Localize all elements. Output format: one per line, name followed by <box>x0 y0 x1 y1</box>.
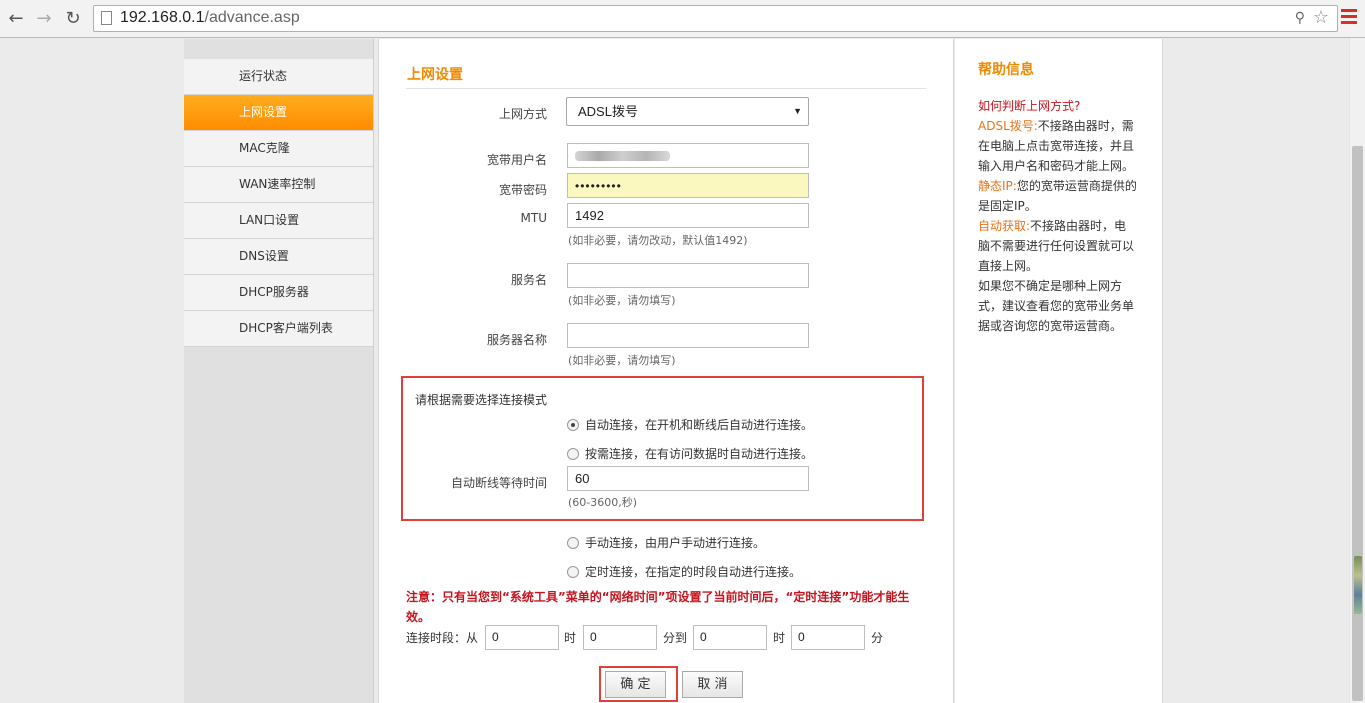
url-text[interactable]: 192.168.0.1/advance.asp <box>120 9 300 27</box>
password-value: ••••••••• <box>575 179 622 193</box>
url-path: /advance.asp <box>204 9 300 26</box>
sidebar-item-wan-rate[interactable]: WAN速率控制 <box>184 167 373 203</box>
radio-auto[interactable] <box>567 418 579 431</box>
mode-manual-option[interactable]: 手动连接，由用户手动进行连接。 <box>567 534 765 551</box>
end-hour-unit: 时 <box>773 631 786 645</box>
sidebar-item-mac-clone[interactable]: MAC克隆 <box>184 131 373 167</box>
start-hour-input[interactable]: 0 <box>485 625 559 650</box>
password-label: 宽带密码 <box>498 183 547 197</box>
dropdown-arrow-icon: ▼ <box>793 106 802 116</box>
browser-menu-icon[interactable] <box>1341 9 1357 27</box>
help-content: 如何判断上网方式? ADSL拨号:不接路由器时，需在电脑上点击宽带连接，并且输入… <box>978 96 1138 336</box>
mode-manual-label: 手动连接，由用户手动进行连接。 <box>585 536 766 550</box>
mode-auto-option[interactable]: 自动连接，在开机和断线后自动进行连接。 <box>567 416 813 433</box>
timed-connection-note: 注意：只有当您到“系统工具”菜单的“网络时间”项设置了当前时间后，“定时连接”功… <box>406 590 910 624</box>
server-name-hint: (如非必要，请勿填写) <box>568 354 676 367</box>
username-label: 宽带用户名 <box>486 153 547 167</box>
idle-time-hint: (60-3600,秒) <box>568 496 638 509</box>
scroll-grip-icon <box>1354 556 1362 614</box>
mode-timed-option[interactable]: 定时连接，在指定的时段自动进行连接。 <box>567 563 801 580</box>
browser-toolbar: ← → ↻ 192.168.0.1/advance.asp ⚲ ☆ <box>0 0 1365 38</box>
help-dhcp: 自动获取:不接路由器时，电脑不需要进行任何设置就可以直接上网。 <box>978 216 1138 276</box>
mtu-label: MTU <box>520 211 547 225</box>
end-minute-input[interactable]: 0 <box>791 625 865 650</box>
minute-to-label: 分到 <box>663 631 688 645</box>
wan-type-value: ADSL拨号 <box>578 104 638 119</box>
back-arrow-icon[interactable]: ← <box>5 7 27 29</box>
address-bar[interactable]: 192.168.0.1/advance.asp ⚲ ☆ <box>93 5 1338 32</box>
end-minute-unit: 分 <box>871 631 884 645</box>
forward-arrow-icon[interactable]: → <box>33 7 55 29</box>
start-hour-unit: 时 <box>564 631 577 645</box>
radio-timed[interactable] <box>567 565 579 578</box>
help-adsl-key: ADSL拨号: <box>978 119 1038 133</box>
mode-demand-option[interactable]: 按需连接，在有访问数据时自动进行连接。 <box>567 445 813 462</box>
server-name-input[interactable] <box>567 323 809 348</box>
help-title: 帮助信息 <box>978 62 1034 78</box>
help-unsure: 如果您不确定是哪种上网方式，建议查看您的宽带业务单据或咨询您的宽带运营商。 <box>978 279 1135 333</box>
title-divider <box>406 88 926 89</box>
password-input[interactable]: ••••••••• <box>567 173 809 198</box>
start-minute-input[interactable]: 0 <box>583 625 657 650</box>
service-name-hint: (如非必要，请勿填写) <box>568 294 676 307</box>
redacted-username <box>575 151 670 161</box>
sidebar-item-dhcp-server[interactable]: DHCP服务器 <box>184 275 373 311</box>
idle-time-input[interactable]: 60 <box>567 466 809 491</box>
service-name-label: 服务名 <box>510 273 547 287</box>
server-name-label: 服务器名称 <box>486 333 547 347</box>
page-title: 上网设置 <box>407 67 463 83</box>
cancel-button[interactable]: 取 消 <box>682 671 743 698</box>
help-question: 如何判断上网方式? <box>978 99 1081 113</box>
service-name-input[interactable] <box>567 263 809 288</box>
sidebar-item-dhcp-clients[interactable]: DHCP客户端列表 <box>184 311 373 347</box>
sidebar-item-status[interactable]: 运行状态 <box>184 59 373 95</box>
sidebar-item-dns[interactable]: DNS设置 <box>184 239 373 275</box>
wan-type-label: 上网方式 <box>498 107 547 121</box>
radio-demand[interactable] <box>567 447 579 460</box>
mode-demand-label: 按需连接，在有访问数据时自动进行连接。 <box>585 447 814 461</box>
period-label: 连接时段：从 <box>406 631 479 645</box>
bookmark-star-icon[interactable]: ☆ <box>1313 7 1329 28</box>
ok-button[interactable]: 确 定 <box>605 671 666 698</box>
url-host: 192.168.0.1 <box>120 9 205 26</box>
key-icon[interactable]: ⚲ <box>1295 10 1305 26</box>
end-hour-input[interactable]: 0 <box>693 625 767 650</box>
page-background: 运行状态 上网设置 MAC克隆 WAN速率控制 LAN口设置 DNS设置 DHC… <box>0 39 1349 703</box>
help-dhcp-key: 自动获取: <box>978 219 1031 233</box>
help-static-key: 静态IP: <box>978 179 1017 193</box>
page-icon <box>101 11 112 25</box>
connection-mode-title: 请根据需要选择连接模式 <box>415 393 548 407</box>
help-adsl: ADSL拨号:不接路由器时，需在电脑上点击宽带连接，并且输入用户名和密码才能上网… <box>978 116 1138 176</box>
mtu-hint: (如非必要，请勿改动，默认值1492) <box>568 234 748 247</box>
sidebar-item-lan[interactable]: LAN口设置 <box>184 203 373 239</box>
wan-type-select[interactable]: ADSL拨号 ▼ <box>566 97 809 126</box>
reload-icon[interactable]: ↻ <box>62 7 84 29</box>
scrollbar-thumb[interactable] <box>1352 146 1363 701</box>
help-static: 静态IP:您的宽带运营商提供的是固定IP。 <box>978 176 1138 216</box>
mode-auto-label: 自动连接，在开机和断线后自动进行连接。 <box>585 418 814 432</box>
mode-timed-label: 定时连接，在指定的时段自动进行连接。 <box>585 565 802 579</box>
idle-time-label: 自动断线等待时间 <box>450 476 547 490</box>
sidebar-item-internet-settings[interactable]: 上网设置 <box>184 95 373 131</box>
radio-manual[interactable] <box>567 536 579 549</box>
mtu-input[interactable]: 1492 <box>567 203 809 228</box>
username-input[interactable] <box>567 143 809 168</box>
